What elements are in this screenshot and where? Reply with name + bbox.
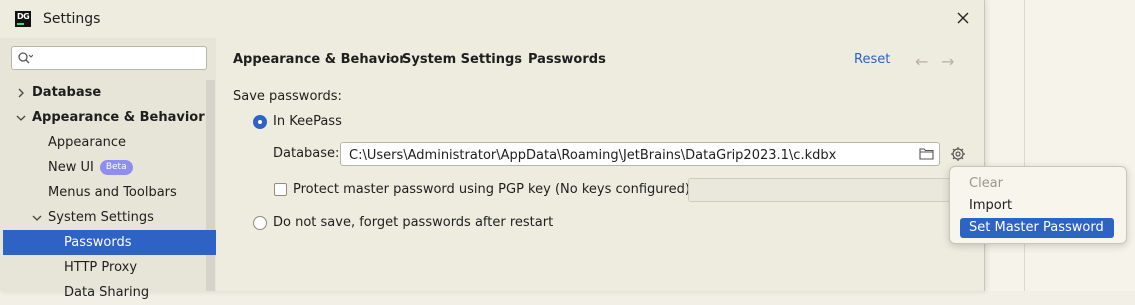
datagrip-logo-icon: DG [15,11,31,27]
logo-bar [17,23,24,25]
sidebar-item-label: HTTP Proxy [64,260,138,275]
pgp-key-select[interactable] [688,178,958,202]
search-field[interactable] [11,46,207,70]
sidebar-item-label: Appearance & Behavior [32,110,205,125]
forward-arrow-icon[interactable]: → [941,52,954,71]
background-side-panel [985,0,1135,291]
database-path-input[interactable] [347,146,911,165]
window-title: Settings [43,11,101,27]
menu-item-set-master-password[interactable]: Set Master Password [960,218,1114,238]
sidebar-item-http-proxy[interactable]: HTTP Proxy [64,255,137,280]
database-path-field[interactable] [340,142,940,166]
sidebar-item-label: Passwords [64,235,132,250]
search-icon [18,52,33,64]
reset-link[interactable]: Reset [854,52,890,67]
keepass-radio-label[interactable]: In KeePass [273,114,342,129]
no-save-radio-label[interactable]: Do not save, forget passwords after rest… [273,215,553,230]
sidebar-scrollbar[interactable] [206,80,215,291]
sidebar-item-appearance[interactable]: Appearance [48,130,126,155]
menu-item-import[interactable]: Import [960,196,1114,216]
breadcrumb-item[interactable]: Appearance & Behavior [233,52,406,67]
sidebar-item-label: System Settings [48,210,154,225]
pgp-checkbox[interactable] [274,183,287,196]
chevron-down-icon [16,115,26,121]
sidebar-item-database[interactable]: Database [18,80,102,105]
database-label: Database: [273,146,340,161]
sidebar-item-appearance-behavior[interactable]: Appearance & Behavior [16,105,205,130]
sidebar-item-label: Data Sharing [64,285,150,300]
breadcrumb-separator: › [388,52,394,67]
breadcrumb-item[interactable]: System Settings [402,52,522,67]
keepass-radio[interactable] [253,115,267,129]
sidebar-item-data-sharing[interactable]: Data Sharing [64,280,149,305]
sidebar-item-label: New UI [48,160,94,175]
chevron-right-icon [18,88,24,98]
background-divider [1024,0,1025,291]
breadcrumb-item: Passwords [528,52,606,67]
gear-dropdown-menu: Clear Import Set Master Password [949,166,1127,244]
pgp-checkbox-label[interactable]: Protect master password using PGP key (N… [293,182,690,197]
no-save-radio[interactable] [253,216,267,230]
search-input[interactable] [36,49,205,69]
title-bar: DG Settings [0,0,984,38]
back-arrow-icon[interactable]: ← [915,52,928,71]
settings-dialog: DG Settings Database Appearance & Behavi… [0,0,985,300]
folder-icon[interactable] [919,147,934,160]
sidebar-item-new-ui[interactable]: New UI Beta [48,155,133,180]
gear-icon[interactable] [950,146,966,162]
beta-badge: Beta [99,160,133,175]
sidebar-item-passwords[interactable]: Passwords [3,230,216,255]
breadcrumb-separator: › [514,52,520,67]
menu-item-clear: Clear [969,176,1003,191]
sidebar-item-menus-toolbars[interactable]: Menus and Toolbars [48,180,177,205]
save-passwords-label: Save passwords: [233,89,342,104]
sidebar-item-system-settings[interactable]: System Settings [32,205,154,230]
logo-text: DG [17,12,30,21]
chevron-down-icon [32,215,42,221]
sidebar-item-label: Database [32,85,102,100]
close-icon[interactable] [955,10,971,26]
sidebar-item-label: Appearance [48,135,127,150]
sidebar-item-label: Menus and Toolbars [48,185,177,200]
